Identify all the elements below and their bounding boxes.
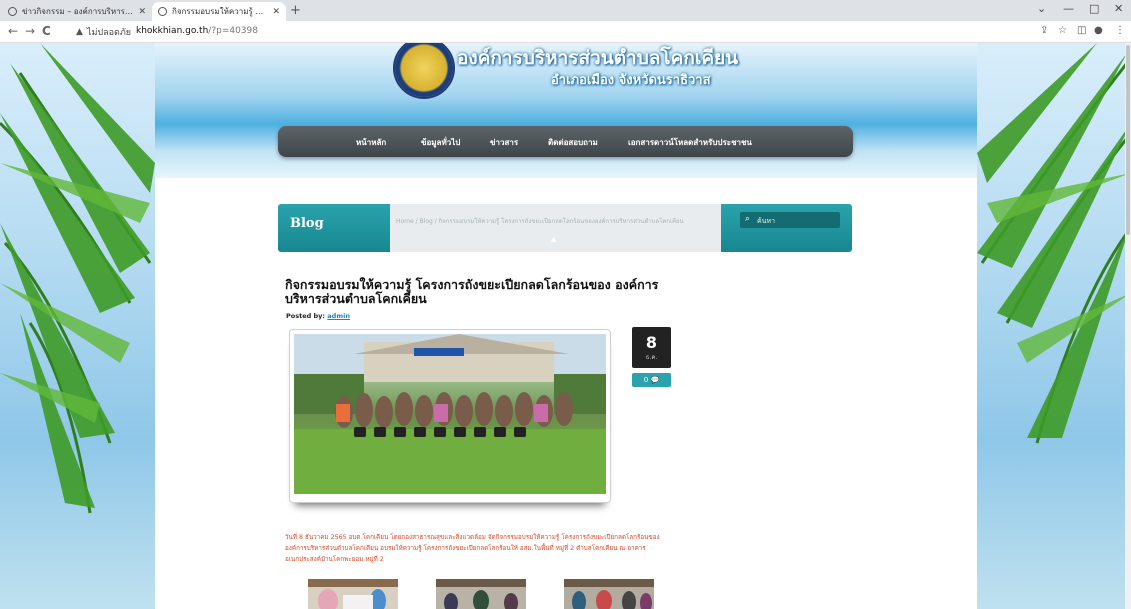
share-icon[interactable]: ⇪ [1040, 25, 1048, 36]
back-arrow-icon[interactable]: ← [8, 24, 18, 38]
menu-kebab-icon[interactable]: ⋮ [1115, 25, 1125, 36]
posted-by-label: Posted by: [286, 312, 326, 320]
blog-header-bar: Blog Home / Blog / กิจกรรมอบรมให้ความรู้… [278, 204, 852, 252]
new-tab-button[interactable]: + [290, 3, 301, 18]
menu-item-contact[interactable]: ติดต่อสอบถาม [548, 136, 598, 149]
gallery-thumbnail[interactable] [308, 579, 398, 609]
site-header: องค์การบริหารส่วนตำบลโคกเคียน อำเภอเมือง… [155, 43, 977, 178]
group-photo [294, 334, 606, 494]
comment-count: 0 [643, 376, 649, 384]
tab-search-icon[interactable]: ⌄ [1037, 2, 1046, 15]
browser-tab-2[interactable]: กิจกรรมอบรมให้ความรู้ โครงการถังขยะ ✕ [152, 2, 286, 21]
menu-item-news[interactable]: ข่าวสาร [490, 136, 518, 149]
search-placeholder: ค้นหา [757, 217, 776, 225]
close-window-button[interactable]: ✕ [1114, 2, 1123, 15]
author-link[interactable]: admin [327, 312, 350, 320]
tab-title: ข่าวกิจกรรม – องค์การบริหารส่วนตำบล [22, 7, 133, 16]
globe-icon [158, 7, 167, 16]
security-indicator[interactable]: ▲ ไม่ปลอดภัย [76, 25, 131, 39]
gallery-photo-2 [436, 579, 526, 609]
post-meta: Posted by: admin [286, 312, 350, 320]
group-photo-drawing [294, 334, 606, 494]
date-day: 8 [645, 333, 658, 352]
warning-icon: ▲ [76, 27, 83, 37]
browser-tab-bar: ข่าวกิจกรรม – องค์การบริหารส่วนตำบล ✕ กิ… [0, 0, 1131, 21]
tab-title: กิจกรรมอบรมให้ความรู้ โครงการถังขยะ [172, 7, 267, 16]
main-content: Blog Home / Blog / กิจกรรมอบรมให้ความรู้… [155, 178, 977, 609]
background-left [0, 43, 155, 609]
post-date-badge: 8 ธ.ค. [632, 327, 671, 368]
site-logo[interactable] [393, 43, 455, 99]
post-featured-image[interactable] [289, 329, 611, 503]
security-label: ไม่ปลอดภัย [86, 28, 132, 38]
blog-title: Blog [290, 216, 324, 231]
forward-arrow-icon[interactable]: → [25, 24, 35, 38]
close-tab-icon[interactable]: ✕ [272, 7, 280, 17]
gallery-photo-1 [308, 579, 398, 609]
web-page: องค์การบริหารส่วนตำบลโคกเคียน อำเภอเมือง… [0, 43, 1131, 609]
speech-bubble-icon: 💬 [650, 376, 660, 384]
minimize-button[interactable]: — [1063, 2, 1074, 15]
scrollbar-thumb[interactable] [1126, 45, 1130, 235]
site-subtitle: อำเภอเมือง จังหวัดนราธิวาส [551, 73, 711, 88]
url-field[interactable]: khokkhian.go.th/?p=40398 [136, 26, 258, 36]
gallery-thumbnail[interactable] [436, 579, 526, 609]
globe-icon [8, 7, 17, 16]
post-title: กิจกรรมอบรมให้ความรู้ โครงการถังขยะเปียก… [285, 277, 659, 306]
browser-tab-1[interactable]: ข่าวกิจกรรม – องค์การบริหารส่วนตำบล ✕ [2, 2, 152, 21]
page-scrollbar[interactable] [1125, 43, 1131, 609]
address-bar: ← → C ▲ ไม่ปลอดภัย khokkhian.go.th/?p=40… [0, 21, 1131, 43]
menu-item-downloads[interactable]: เอกสารดาวน์โหลดสำหรับประชาชน [628, 136, 752, 149]
bookmark-star-icon[interactable]: ☆ [1058, 25, 1067, 36]
gallery-thumbnail[interactable] [564, 579, 654, 609]
profile-icon[interactable]: ● [1094, 25, 1103, 36]
maximize-button[interactable]: □ [1089, 2, 1099, 15]
comment-count-button[interactable]: 0 💬 [632, 373, 671, 387]
search-icon: ⌕ [745, 214, 751, 224]
close-tab-icon[interactable]: ✕ [138, 7, 146, 17]
url-host: khokkhian.go.th [136, 26, 209, 36]
caret-up-icon: ▲ [551, 235, 557, 243]
reload-icon[interactable]: C [42, 24, 51, 38]
palm-tree-right-image [977, 43, 1131, 444]
date-month: ธ.ค. [645, 354, 658, 361]
background-right [977, 43, 1131, 609]
breadcrumb: Home / Blog / กิจกรรมอบรมให้ความรู้ โครง… [390, 204, 721, 252]
palm-tree-left-image [0, 43, 155, 514]
menu-item-general-info[interactable]: ข้อมูลทั่วไป [421, 136, 460, 149]
gallery-photo-3 [564, 579, 654, 609]
post-body-text: วันที่ 8 ธันวาคม 2565 อบต.โคกเคียน โดยกอ… [285, 534, 660, 563]
breadcrumb-text[interactable]: Home / Blog / กิจกรรมอบรมให้ความรู้ โครง… [396, 216, 714, 226]
side-panel-icon[interactable]: ◫ [1077, 25, 1086, 36]
main-menu: หน้าหลัก ข้อมูลทั่วไป ข่าวสาร ติดต่อสอบถ… [278, 126, 853, 157]
search-input[interactable]: ⌕ ค้นหา [740, 212, 840, 228]
menu-item-home[interactable]: หน้าหลัก [356, 136, 386, 149]
url-path: /?p=40398 [208, 26, 258, 36]
